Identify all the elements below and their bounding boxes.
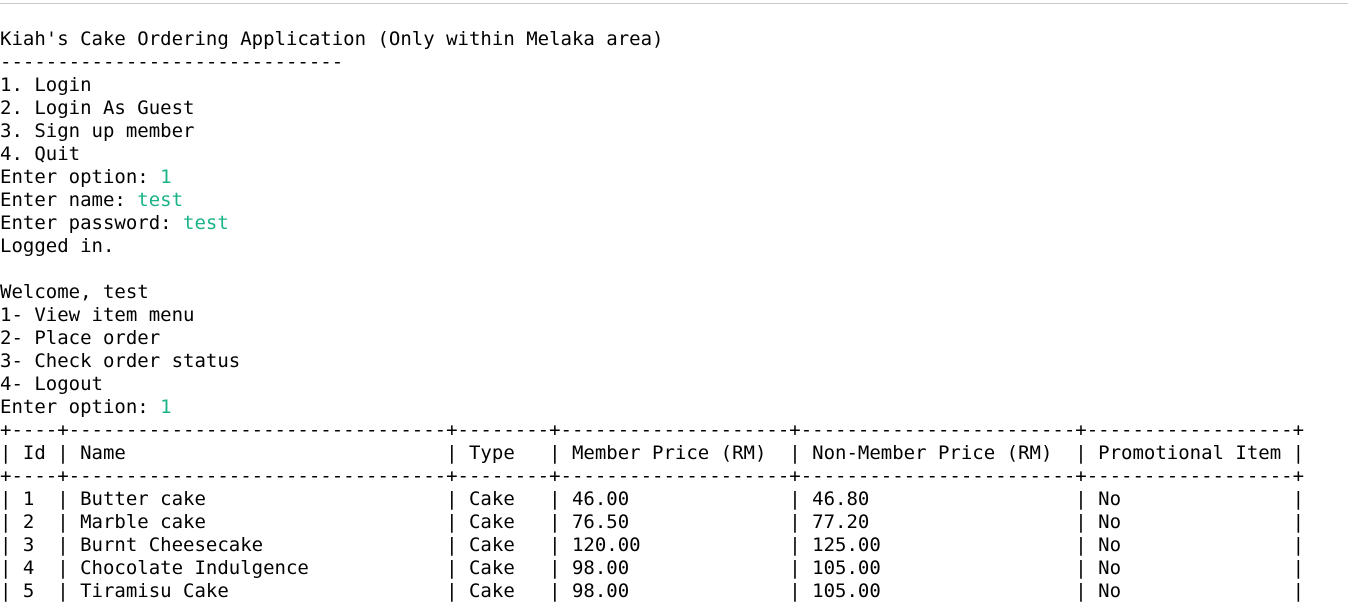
- table-border-header: +----+---------------------------------+…: [0, 465, 1305, 487]
- name-prompt-label: Enter name:: [0, 189, 138, 211]
- name-input-value[interactable]: test: [137, 189, 183, 211]
- member-menu-item-order: 2- Place order: [0, 327, 161, 349]
- app-title: Kiah's Cake Ordering Application (Only w…: [0, 28, 664, 50]
- table-border-top: +----+---------------------------------+…: [0, 419, 1305, 441]
- name-prompt-line: Enter name: test: [0, 189, 1348, 212]
- main-menu-item-quit: 4. Quit: [0, 143, 81, 165]
- option-prompt-line: Enter option: 1: [0, 166, 1348, 189]
- table-row: | 3 | Burnt Cheesecake | Cake | 120.00 |…: [0, 534, 1305, 556]
- member-menu-item-view: 1- View item menu: [0, 304, 195, 326]
- option-prompt-line: Enter option: 1: [0, 396, 1348, 419]
- table-row: | 4 | Chocolate Indulgence | Cake | 98.0…: [0, 557, 1305, 579]
- member-menu-item-status: 3- Check order status: [0, 350, 241, 372]
- option-input-value[interactable]: 1: [160, 166, 171, 188]
- table-row: | 1 | Butter cake | Cake | 46.00 | 46.80…: [0, 488, 1305, 510]
- main-menu-item-guest: 2. Login As Guest: [0, 97, 195, 119]
- password-input-value[interactable]: test: [183, 212, 229, 234]
- member-menu-item-logout: 4- Logout: [0, 373, 103, 395]
- main-menu-item-signup: 3. Sign up member: [0, 120, 195, 142]
- table-header-row: | Id | Name | Type | Member Price (RM) |…: [0, 442, 1305, 464]
- table-row: | 2 | Marble cake | Cake | 76.50 | 77.20…: [0, 511, 1305, 533]
- welcome-message: Welcome, test: [0, 281, 149, 303]
- table-row: | 5 | Tiramisu Cake | Cake | 98.00 | 105…: [0, 580, 1305, 602]
- main-menu-item-login: 1. Login: [0, 74, 92, 96]
- console-output: Kiah's Cake Ordering Application (Only w…: [0, 28, 1348, 603]
- password-prompt-label: Enter password:: [0, 212, 184, 234]
- top-border-line: [0, 3, 1348, 4]
- title-underline: ------------------------------: [0, 51, 344, 73]
- login-status: Logged in.: [0, 235, 115, 257]
- option-prompt-label: Enter option:: [0, 166, 161, 188]
- password-prompt-line: Enter password: test: [0, 212, 1348, 235]
- option-prompt-label: Enter option:: [0, 396, 161, 418]
- option-input-value[interactable]: 1: [160, 396, 171, 418]
